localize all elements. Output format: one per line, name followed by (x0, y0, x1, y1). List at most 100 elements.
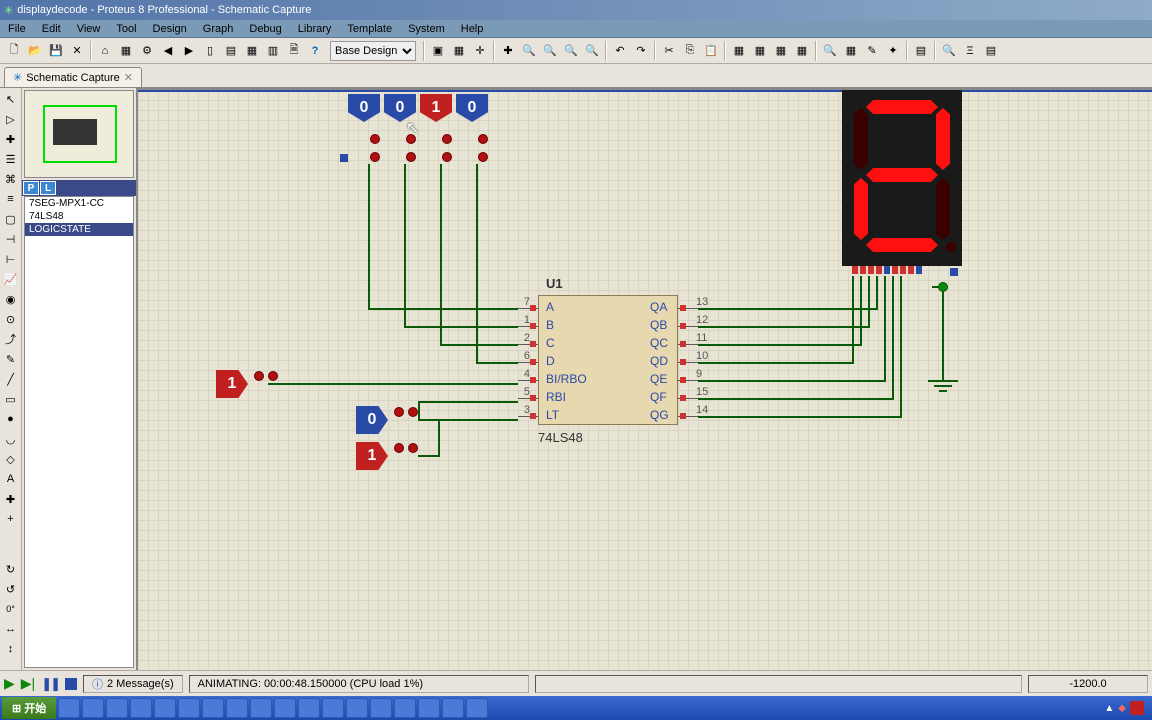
marker-tool[interactable]: + (2, 510, 20, 528)
cut-button[interactable]: ✂ (659, 41, 679, 61)
menu-help[interactable]: Help (453, 21, 492, 37)
mirror-v-icon[interactable]: ↕ (2, 640, 20, 658)
pick-parts-button[interactable]: P (23, 181, 39, 195)
taskbar-item[interactable] (346, 698, 368, 718)
subcircuit-tool[interactable]: ▢ (2, 210, 20, 228)
logicstate-c[interactable]: 1 (420, 94, 452, 122)
taskbar-item[interactable] (106, 698, 128, 718)
taskbar-item[interactable] (466, 698, 488, 718)
device-item[interactable]: 74LS48 (25, 210, 133, 223)
logicstate-a[interactable]: 0 (348, 94, 380, 122)
script-tool[interactable]: ⌘ (2, 170, 20, 188)
taskbar-item[interactable] (442, 698, 464, 718)
back-button[interactable]: ◀ (158, 41, 178, 61)
gear-icon[interactable]: ⚙ (137, 41, 157, 61)
redo-button[interactable]: ↷ (631, 41, 651, 61)
grid-icon[interactable]: ▦ (449, 41, 469, 61)
doc-icon[interactable]: 🗎 (284, 41, 304, 61)
menu-bar[interactable]: File Edit View Tool Design Graph Debug L… (0, 20, 1152, 38)
menu-file[interactable]: File (0, 21, 34, 37)
package-icon[interactable]: ▦ (841, 41, 861, 61)
prop-icon[interactable]: Ξ (960, 41, 980, 61)
block-copy-icon[interactable]: ▦ (729, 41, 749, 61)
search-icon[interactable]: 🔍 (939, 41, 959, 61)
zoom-fit-icon[interactable]: 🔍 (561, 41, 581, 61)
tab-close-icon[interactable]: ✕ (124, 71, 133, 84)
taskbar-item[interactable] (322, 698, 344, 718)
logicstate-b[interactable]: 0 (384, 94, 416, 122)
menu-template[interactable]: Template (339, 21, 400, 37)
pin-tool[interactable]: ⊢ (2, 250, 20, 268)
rotate-ccw-icon[interactable]: ↺ (2, 580, 20, 598)
taskbar-item[interactable] (82, 698, 104, 718)
zoom-in-icon[interactable]: 🔍 (519, 41, 539, 61)
report-icon[interactable]: ▥ (263, 41, 283, 61)
taskbar-item[interactable] (154, 698, 176, 718)
chip-icon[interactable]: ▦ (116, 41, 136, 61)
menu-design[interactable]: Design (145, 21, 195, 37)
logicstate-birbo[interactable]: 1 (216, 370, 248, 398)
step-button[interactable]: ▶| (21, 675, 35, 692)
menu-library[interactable]: Library (290, 21, 340, 37)
probe-tool[interactable]: ⤴ (2, 330, 20, 348)
compile-icon[interactable]: ▤ (981, 41, 1001, 61)
zoom-area-icon[interactable]: ▣ (428, 41, 448, 61)
list-icon[interactable]: ▤ (221, 41, 241, 61)
menu-graph[interactable]: Graph (195, 21, 242, 37)
taskbar-item[interactable] (250, 698, 272, 718)
design-combo[interactable]: Base Design (330, 41, 416, 61)
wand-icon[interactable]: ✦ (883, 41, 903, 61)
generator-tool[interactable]: ⊙ (2, 310, 20, 328)
taskbar-item[interactable] (226, 698, 248, 718)
stop-button[interactable] (65, 678, 77, 690)
home-button[interactable]: ⌂ (95, 41, 115, 61)
menu-view[interactable]: View (69, 21, 109, 37)
taskbar-item[interactable] (58, 698, 80, 718)
windows-taskbar[interactable]: ⊞ 开始 ▲ ◆ (0, 696, 1152, 720)
wirelabel-tool[interactable]: ☰ (2, 150, 20, 168)
taskbar-item[interactable] (394, 698, 416, 718)
zoom-out-icon[interactable]: 🔍 (540, 41, 560, 61)
menu-edit[interactable]: Edit (34, 21, 69, 37)
terminal-tool[interactable]: ⊣ (2, 230, 20, 248)
new-button[interactable]: 🗋 (4, 41, 24, 61)
menu-system[interactable]: System (400, 21, 453, 37)
save-button[interactable]: 💾 (46, 41, 66, 61)
overview-map[interactable] (24, 90, 134, 178)
swap-icon[interactable]: ▤ (911, 41, 931, 61)
logicstate-lt[interactable]: 1 (356, 442, 388, 470)
junction-tool[interactable]: ✚ (2, 130, 20, 148)
block-move-icon[interactable]: ▦ (750, 41, 770, 61)
rotate-cw-icon[interactable]: ↻ (2, 560, 20, 578)
taskbar-item[interactable] (274, 698, 296, 718)
forward-button[interactable]: ▶ (179, 41, 199, 61)
device-item[interactable]: 7SEG-MPX1-CC (25, 197, 133, 210)
mirror-h-icon[interactable]: ↔ (2, 620, 20, 638)
play-button[interactable]: ▶ (4, 675, 15, 692)
text-tool[interactable]: A (2, 470, 20, 488)
instrument-tool[interactable]: ✎ (2, 350, 20, 368)
libraries-button[interactable]: L (40, 181, 56, 195)
taskbar-item[interactable] (130, 698, 152, 718)
open-button[interactable]: 📂 (25, 41, 45, 61)
taskbar-item[interactable] (418, 698, 440, 718)
sheet-icon[interactable]: ▯ (200, 41, 220, 61)
pause-button[interactable]: ❚❚ (41, 676, 59, 692)
logicstate-d[interactable]: 0 (456, 94, 488, 122)
messages-status[interactable]: ⓘ 2 Message(s) (83, 675, 183, 693)
block-delete-icon[interactable]: ▦ (792, 41, 812, 61)
component-tool[interactable]: ▷ (2, 110, 20, 128)
taskbar-item[interactable] (178, 698, 200, 718)
taskbar-item[interactable] (370, 698, 392, 718)
tape-tool[interactable]: ◉ (2, 290, 20, 308)
logicstate-rbi[interactable]: 0 (356, 406, 388, 434)
bus-tool[interactable]: ≡ (2, 190, 20, 208)
tray-icon[interactable]: ◆ (1118, 703, 1126, 714)
tray-icon[interactable]: ▲ (1104, 703, 1114, 714)
tray-area[interactable]: ▲ ◆ (1104, 701, 1150, 715)
menu-debug[interactable]: Debug (241, 21, 289, 37)
taskbar-item[interactable] (202, 698, 224, 718)
center-icon[interactable]: ✚ (498, 41, 518, 61)
zoom-region-icon[interactable]: 🔍 (582, 41, 602, 61)
copy-button[interactable]: ⎘ (680, 41, 700, 61)
